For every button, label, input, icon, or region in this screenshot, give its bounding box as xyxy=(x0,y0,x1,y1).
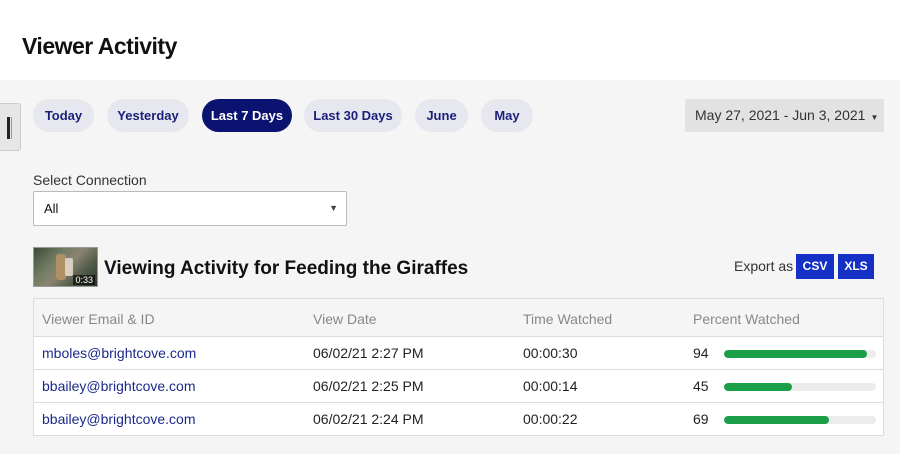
handle-grip-icon xyxy=(7,117,10,139)
table-row: bbailey@brightcove.com 06/02/21 2:25 PM 00… xyxy=(33,370,884,403)
main-content: Today Yesterday Last 7 Days Last 30 Days… xyxy=(0,80,900,454)
date-range-value: May 27, 2021 - Jun 3, 2021 xyxy=(695,107,866,123)
percent-watched-bar xyxy=(724,350,876,358)
filter-today-button[interactable]: Today xyxy=(33,99,94,132)
table-header: Viewer Email & ID View Date Time Watched… xyxy=(33,298,884,337)
connection-label: Select Connection xyxy=(33,172,147,188)
export-label: Export as xyxy=(734,258,794,274)
column-header-time-watched[interactable]: Time Watched xyxy=(523,311,612,327)
column-header-view-date[interactable]: View Date xyxy=(313,311,377,327)
video-thumbnail[interactable]: 0:33 xyxy=(33,247,98,287)
percent-watched-bar xyxy=(724,416,876,424)
percent-watched-bar-fill xyxy=(724,383,793,391)
time-watched: 00:00:30 xyxy=(523,345,578,361)
export-xls-button[interactable]: XLS xyxy=(838,254,874,279)
filter-last-30-days-button[interactable]: Last 30 Days xyxy=(304,99,402,132)
view-date: 06/02/21 2:24 PM xyxy=(313,411,424,427)
filter-yesterday-button[interactable]: Yesterday xyxy=(107,99,189,132)
view-date: 06/02/21 2:27 PM xyxy=(313,345,424,361)
table-row: bbailey@brightcove.com 06/02/21 2:24 PM 00… xyxy=(33,403,884,436)
page-title: Viewer Activity xyxy=(22,33,177,59)
time-watched: 00:00:22 xyxy=(523,411,578,427)
export-csv-button[interactable]: CSV xyxy=(796,254,834,279)
column-header-percent-watched[interactable]: Percent Watched xyxy=(693,311,800,327)
column-header-email[interactable]: Viewer Email & ID xyxy=(42,311,155,327)
table-row: mboles@brightcove.com 06/02/21 2:27 PM 00:… xyxy=(33,337,884,370)
view-date: 06/02/21 2:25 PM xyxy=(313,378,424,394)
filter-june-button[interactable]: June xyxy=(415,99,468,132)
filter-may-button[interactable]: May xyxy=(481,99,533,132)
percent-watched-bar xyxy=(724,383,876,391)
percent-watched-bar-fill xyxy=(724,350,867,358)
person-figure xyxy=(65,258,73,276)
percent-watched-value: 69 xyxy=(693,411,709,427)
sidebar-toggle-handle[interactable] xyxy=(0,103,21,151)
percent-watched-value: 94 xyxy=(693,345,709,361)
viewer-email-link[interactable]: bbailey@brightcove.com xyxy=(42,378,196,394)
caret-down-icon: ▼ xyxy=(870,113,879,122)
handle-grip-icon-secondary xyxy=(11,117,12,139)
page-header: Viewer Activity xyxy=(0,0,900,80)
date-range-picker[interactable]: May 27, 2021 - Jun 3, 2021 ▼ xyxy=(685,99,884,132)
filter-last-7-days-button[interactable]: Last 7 Days xyxy=(202,99,292,132)
connection-select-value: All xyxy=(44,201,59,216)
percent-watched-bar-fill xyxy=(724,416,829,424)
video-duration: 0:33 xyxy=(73,275,95,285)
chevron-down-icon: ▼ xyxy=(329,203,338,213)
viewer-email-link[interactable]: bbailey@brightcove.com xyxy=(42,411,196,427)
time-watched: 00:00:14 xyxy=(523,378,578,394)
percent-watched-value: 45 xyxy=(693,378,709,394)
video-activity-title: Viewing Activity for Feeding the Giraffe… xyxy=(104,258,469,279)
viewer-email-link[interactable]: mboles@brightcove.com xyxy=(42,345,196,361)
viewer-activity-table: Viewer Email & ID View Date Time Watched… xyxy=(33,298,884,436)
connection-select[interactable]: All ▼ xyxy=(33,191,347,226)
